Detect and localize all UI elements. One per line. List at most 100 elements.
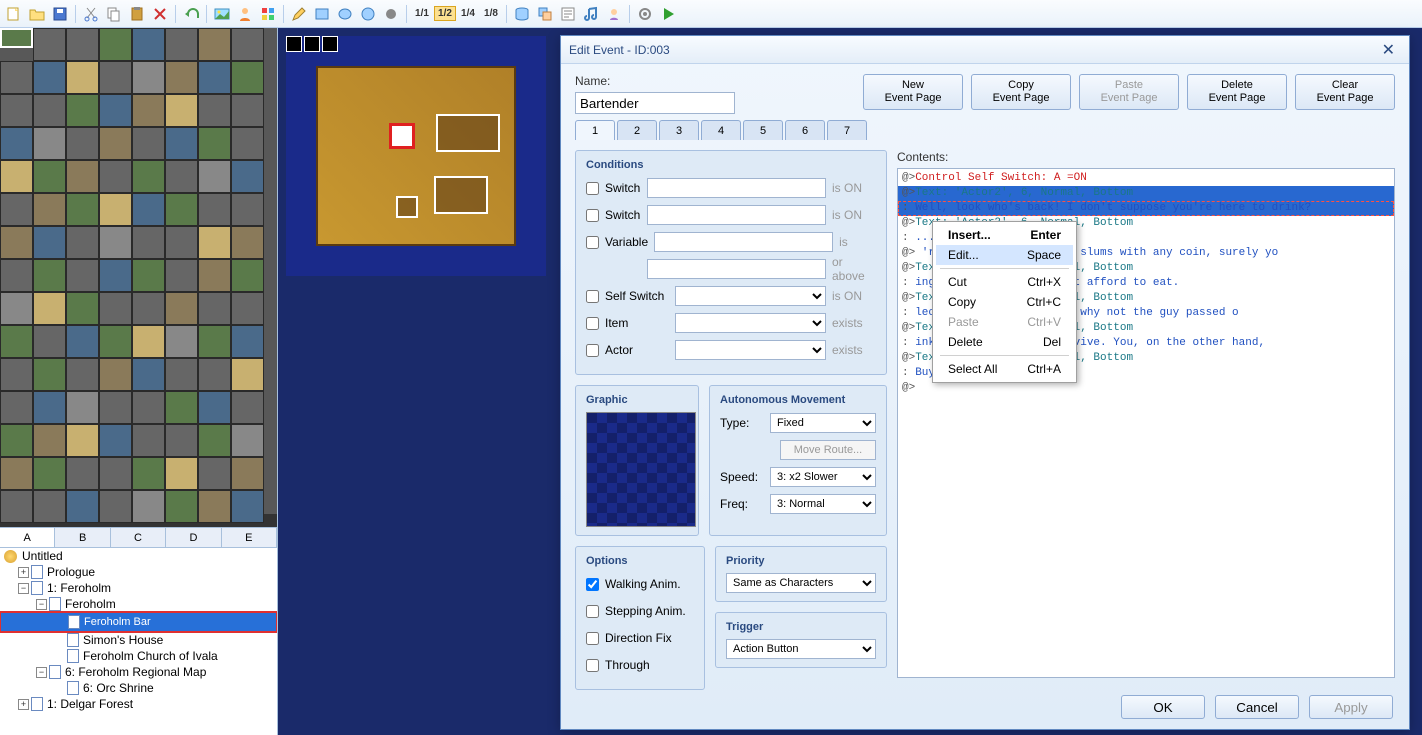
settings-icon[interactable]	[635, 4, 655, 24]
character-gen-icon[interactable]	[604, 4, 624, 24]
cut-icon[interactable]	[81, 4, 101, 24]
fill-tool-icon[interactable]	[358, 4, 378, 24]
event-name-input[interactable]	[575, 92, 735, 114]
actor-icon[interactable]	[235, 4, 255, 24]
menu-item-delete[interactable]: DeleteDel	[936, 332, 1073, 352]
zoom-12[interactable]: 1/2	[435, 4, 455, 24]
tree-node[interactable]: 6: Orc Shrine	[0, 680, 277, 696]
menu-item-cut[interactable]: CutCtrl+X	[936, 272, 1073, 292]
pencil-icon[interactable]	[289, 4, 309, 24]
dialog-titlebar[interactable]: Edit Event - ID:003 ✕	[561, 36, 1409, 64]
graphic-group: Graphic	[575, 385, 699, 536]
map-page-icon	[31, 565, 43, 579]
switch1-checkbox[interactable]	[586, 182, 599, 195]
movement-speed-select[interactable]: 3: x2 Slower	[770, 467, 876, 487]
map-page-icon	[68, 615, 80, 629]
variable-checkbox[interactable]	[586, 236, 599, 249]
sound-icon[interactable]	[581, 4, 601, 24]
variable-input[interactable]	[654, 232, 833, 252]
selfswitch-checkbox[interactable]	[586, 290, 599, 303]
tree-node[interactable]: Feroholm Bar	[0, 612, 277, 632]
open-icon[interactable]	[27, 4, 47, 24]
dirfix-checkbox[interactable]	[586, 632, 599, 645]
delete-event-page-button[interactable]: Delete Event Page	[1187, 74, 1287, 110]
paste-icon[interactable]	[127, 4, 147, 24]
tileset-palette[interactable]	[0, 28, 277, 527]
tree-node[interactable]: Feroholm Church of Ivala	[0, 648, 277, 664]
through-checkbox[interactable]	[586, 659, 599, 672]
clear-event-page-button[interactable]: Clear Event Page	[1295, 74, 1395, 110]
zoom-14[interactable]: 1/4	[458, 4, 478, 24]
save-icon[interactable]	[50, 4, 70, 24]
event-page-tab-4[interactable]: 4	[701, 120, 741, 140]
shadow-tool-icon[interactable]	[381, 4, 401, 24]
variable-value-input[interactable]	[647, 259, 826, 279]
palette-tab-C[interactable]: C	[111, 528, 166, 547]
trigger-select[interactable]: Action Button	[726, 639, 876, 659]
close-icon[interactable]: ✕	[1376, 40, 1401, 60]
contents-context-menu: Insert...EnterEdit...Space CutCtrl+XCopyC…	[932, 221, 1077, 383]
menu-item-insert[interactable]: Insert...Enter	[936, 225, 1073, 245]
database-icon[interactable]	[512, 4, 532, 24]
event-page-tab-5[interactable]: 5	[743, 120, 783, 140]
switch2-checkbox[interactable]	[586, 209, 599, 222]
event-page-tab-6[interactable]: 6	[785, 120, 825, 140]
palette-tab-D[interactable]: D	[166, 528, 221, 547]
new-project-icon[interactable]	[4, 4, 24, 24]
selfswitch-select[interactable]	[675, 286, 826, 306]
tree-root: Untitled	[0, 548, 277, 564]
map-event-selection[interactable]	[392, 126, 412, 146]
movement-type-select[interactable]: Fixed	[770, 413, 876, 433]
item-checkbox[interactable]	[586, 317, 599, 330]
event-page-tab-2[interactable]: 2	[617, 120, 657, 140]
undo-icon[interactable]	[181, 4, 201, 24]
switch2-input[interactable]	[647, 205, 826, 225]
menu-item-edit[interactable]: Edit...Space	[936, 245, 1073, 265]
tree-node[interactable]: − 1: Feroholm	[0, 580, 277, 596]
copy-icon[interactable]	[104, 4, 124, 24]
graphic-preview[interactable]	[586, 412, 696, 527]
item-select[interactable]	[675, 313, 826, 333]
copy-event-page-button[interactable]: Copy Event Page	[971, 74, 1071, 110]
new-event-page-button[interactable]: New Event Page	[863, 74, 963, 110]
tree-node[interactable]: − 6: Feroholm Regional Map	[0, 664, 277, 680]
name-label: Name:	[575, 74, 735, 88]
contents-line[interactable]: @>Text: 'Actor2', 6, Normal, Bottom	[898, 186, 1394, 201]
delete-icon[interactable]	[150, 4, 170, 24]
actor-checkbox[interactable]	[586, 344, 599, 357]
stepping-checkbox[interactable]	[586, 605, 599, 618]
movement-freq-select[interactable]: 3: Normal	[770, 494, 876, 514]
ok-button[interactable]: OK	[1121, 695, 1205, 719]
layers-icon[interactable]	[535, 4, 555, 24]
contents-line[interactable]: @>	[898, 381, 1394, 396]
palette-tab-B[interactable]: B	[55, 528, 110, 547]
zoom-11[interactable]: 1/1	[412, 4, 432, 24]
event-page-tab-3[interactable]: 3	[659, 120, 699, 140]
tree-node[interactable]: + Prologue	[0, 564, 277, 580]
contents-line[interactable]: : Well, look who's back! I don't suppose…	[898, 201, 1394, 216]
actor-select[interactable]	[675, 340, 826, 360]
ellipse-tool-icon[interactable]	[335, 4, 355, 24]
contents-line[interactable]: @>Control Self Switch: A =ON	[898, 171, 1394, 186]
playtest-icon[interactable]	[658, 4, 678, 24]
tree-node[interactable]: − Feroholm	[0, 596, 277, 612]
tree-node[interactable]: + 1: Delgar Forest	[0, 696, 277, 712]
region-icon[interactable]	[258, 4, 278, 24]
rect-tool-icon[interactable]	[312, 4, 332, 24]
priority-select[interactable]: Same as Characters	[726, 573, 876, 593]
palette-tab-E[interactable]: E	[222, 528, 277, 547]
walking-checkbox[interactable]	[586, 578, 599, 591]
image-icon[interactable]	[212, 4, 232, 24]
event-page-tab-1[interactable]: 1	[575, 120, 615, 140]
switch1-input[interactable]	[647, 178, 826, 198]
palette-tabs: ABCDE	[0, 527, 277, 547]
event-page-tab-7[interactable]: 7	[827, 120, 867, 140]
menu-item-selectall[interactable]: Select AllCtrl+A	[936, 359, 1073, 379]
zoom-18[interactable]: 1/8	[481, 4, 501, 24]
menu-item-copy[interactable]: CopyCtrl+C	[936, 292, 1073, 312]
palette-tab-A[interactable]: A	[0, 528, 55, 547]
script-icon[interactable]	[558, 4, 578, 24]
tree-node[interactable]: Simon's House	[0, 632, 277, 648]
cancel-button[interactable]: Cancel	[1215, 695, 1299, 719]
map-tree[interactable]: Untitled + Prologue− 1: Feroholm− Feroho…	[0, 547, 277, 735]
